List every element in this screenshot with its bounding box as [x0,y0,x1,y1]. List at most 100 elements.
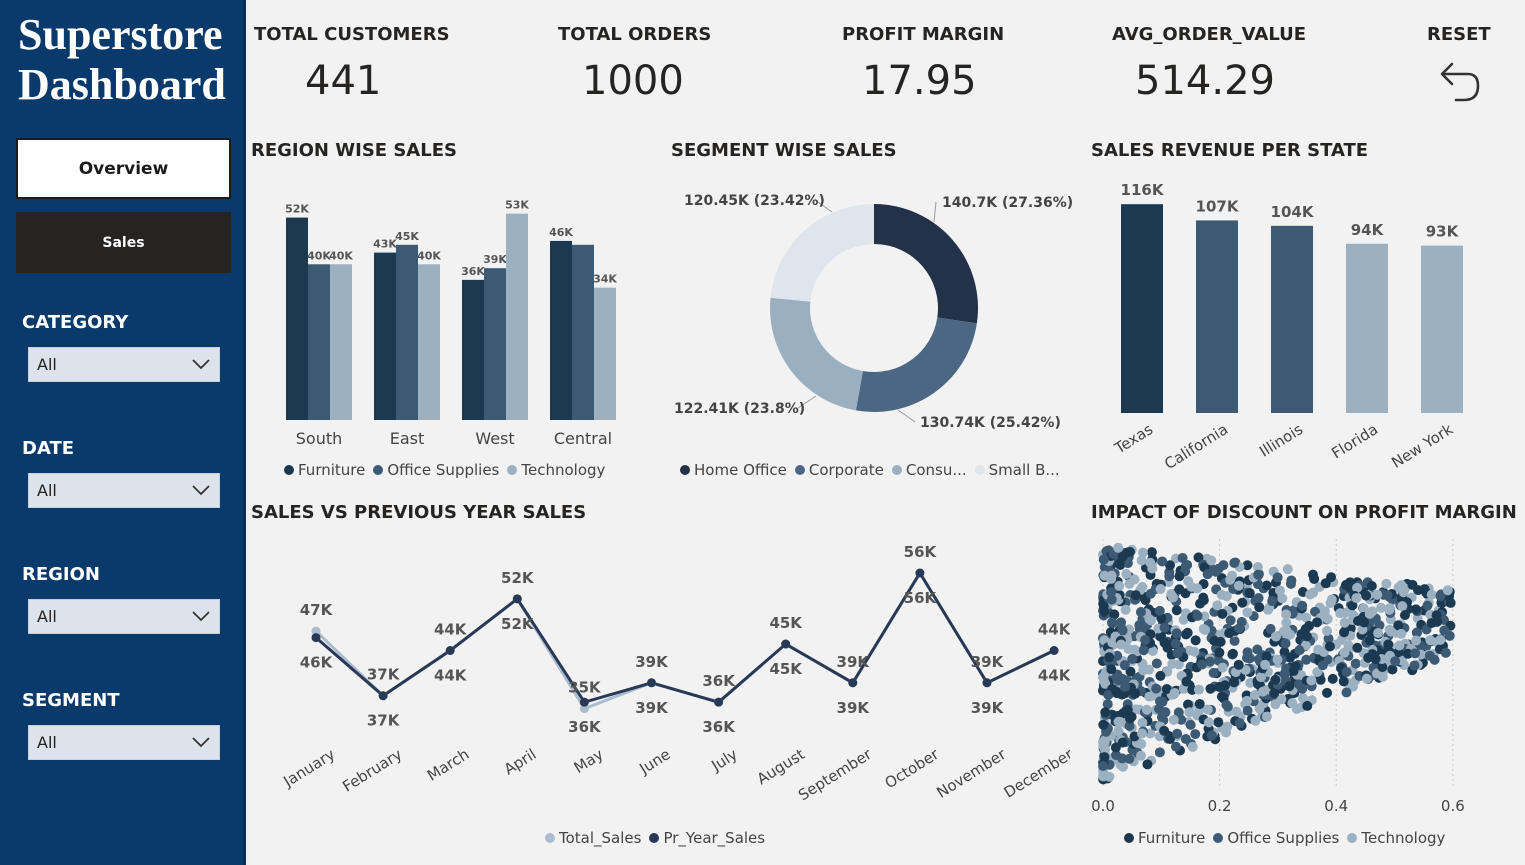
scatter-point [1184,707,1195,718]
scatter-point [1386,626,1397,637]
scatter-point [1373,628,1384,639]
scatter-point [1113,542,1124,553]
data-label: 39K [483,253,507,266]
category-filter-label: CATEGORY [22,312,129,333]
x-tick-label: December [1001,745,1070,802]
x-tick-label: California [1161,420,1231,473]
scatter-point [1151,658,1162,669]
reset-button[interactable] [1432,56,1484,108]
scatter-point [1233,659,1244,670]
scatter-point [1341,687,1352,698]
scatter-point [1208,667,1219,678]
data-label-pr-year-sales: 46K [300,654,334,672]
scatter-point [1281,609,1292,620]
kpi-total-customers-label: TOTAL CUSTOMERS [254,24,450,45]
x-tick-label: October [882,745,943,793]
data-label: 40K [329,249,353,262]
scatter-point [1135,750,1146,761]
scatter-point [1383,639,1394,650]
x-tick-label: April [501,745,540,778]
scatter-point [1361,673,1372,684]
data-label: 40K [417,249,441,262]
scatter-point [1216,691,1227,702]
sales-button[interactable]: Sales [16,212,231,273]
data-label-pr-year-sales: 39K [635,699,669,717]
scatter-point [1270,699,1281,710]
scatter-point [1181,676,1192,687]
x-tick-label: November [933,745,1009,802]
scatter-point [1407,579,1418,590]
scatter-point [1098,601,1109,612]
scatter-point [1322,687,1333,698]
scatter-point [1287,698,1298,709]
scatter-point [1214,681,1225,692]
bar-florida [1346,243,1388,413]
scatter-point [1221,591,1232,602]
scatter-point [1136,555,1147,566]
scatter-point [1396,628,1407,639]
scatter-point [1117,737,1128,748]
scatter-point [1190,635,1201,646]
scatter-point [1098,675,1109,686]
data-label-total-sales: 35K [568,679,602,697]
x-tick-label: 0.4 [1324,797,1348,815]
region-chart-title: REGION WISE SALES [251,140,457,161]
discount-profit-scatter: 0.0 0.2 0.4 0.6 [1091,539,1465,815]
scatter-point [1164,571,1175,582]
scatter-point [1326,594,1337,605]
scatter-point [1138,665,1149,676]
category-dropdown-value: All [37,355,57,374]
scatter-point [1168,714,1179,725]
scatter-point [1212,600,1223,611]
legend-item-technology: Technology [1347,829,1445,847]
scatter-point [1180,734,1191,745]
chevron-down-icon [192,359,210,370]
scatter-point [1190,729,1201,740]
point-pr-year-sales-april [512,594,522,604]
scatter-point [1171,628,1182,639]
scatter-point [1187,741,1198,752]
scatter-point [1192,610,1203,621]
scatter-point [1144,691,1155,702]
scatter-point [1260,659,1271,670]
sales-line-legend: Total_Sales Pr_Year_Sales [545,829,765,847]
x-tick-label: January [280,745,339,791]
x-tick-label: 0.6 [1441,797,1465,815]
scatter-point [1170,638,1181,649]
x-tick-label: 0.2 [1208,797,1232,815]
bar-south-furniture [286,217,308,420]
scatter-point [1213,717,1224,728]
chevron-down-icon [192,485,210,496]
scatter-point [1252,644,1263,655]
scatter-point [1197,659,1208,670]
bar-central-technology [594,287,616,420]
data-label-pr-year-sales: 52K [501,615,535,633]
scatter-point [1200,624,1211,635]
slice-label: 140.7K (27.36%) [942,195,1073,211]
kpi-profit-margin-value: 17.95 [862,58,977,104]
scatter-point [1104,652,1115,663]
scatter-point [1205,683,1216,694]
segment-dropdown[interactable]: All [28,725,220,760]
x-tick-label: 0.0 [1091,797,1115,815]
data-label-pr-year-sales: 44K [1038,667,1070,685]
scatter-point [1286,575,1297,586]
legend-item-furniture: Furniture [284,461,365,479]
scatter-point [1206,730,1217,741]
overview-button[interactable]: Overview [16,138,231,199]
legend-item-furniture: Furniture [1124,829,1205,847]
data-label: 34K [593,273,617,286]
data-label: 43K [373,238,397,251]
scatter-point [1225,574,1236,585]
scatter-point [1159,622,1170,633]
scatter-point [1185,719,1196,730]
date-dropdown[interactable]: All [28,473,220,508]
scatter-point [1098,740,1109,751]
legend-item-small-business: Small B... [974,461,1060,479]
scatter-point [1125,713,1136,724]
scatter-point [1422,600,1433,611]
x-tick-label: May [571,745,607,777]
region-dropdown[interactable]: All [28,599,220,634]
x-tick-label: West [475,429,514,448]
category-dropdown[interactable]: All [28,347,220,382]
